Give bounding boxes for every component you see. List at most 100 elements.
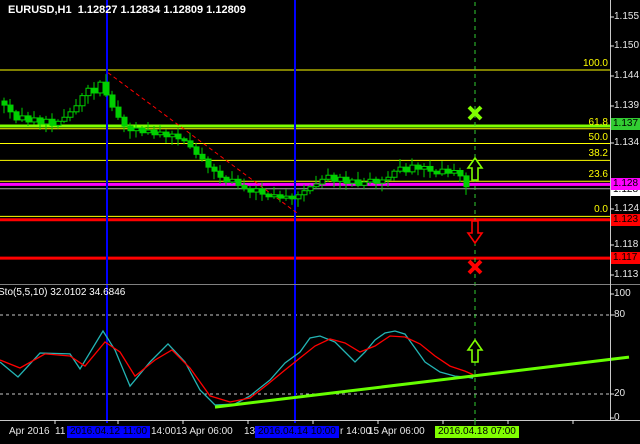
candles xyxy=(2,74,469,207)
stochastic-signal-line xyxy=(0,336,473,402)
down-trendline[interactable] xyxy=(108,73,297,213)
time-label: 11 xyxy=(55,426,65,438)
candle-body xyxy=(338,177,343,181)
candle-body xyxy=(446,169,451,173)
candle-body xyxy=(122,117,127,126)
price-tick-label: 1.134 xyxy=(614,137,639,148)
candle-body xyxy=(140,128,145,133)
time-label: 2016.04.14 10:00 xyxy=(255,426,339,438)
candle-body xyxy=(266,194,271,197)
candle-body xyxy=(410,165,415,172)
candle-body xyxy=(278,195,283,198)
candle-body xyxy=(440,169,445,174)
candle-body xyxy=(416,165,421,169)
candle-body xyxy=(32,118,37,122)
candle-body xyxy=(8,105,13,112)
candle-body xyxy=(458,171,463,176)
candle-body xyxy=(356,180,361,185)
candle-body xyxy=(428,166,433,171)
indicator-tick-label: 100 xyxy=(614,288,631,299)
candle-body xyxy=(62,117,67,121)
candle-body xyxy=(158,132,163,135)
candle-body xyxy=(374,179,379,183)
candle-body xyxy=(152,130,157,135)
candle-body xyxy=(86,88,91,95)
candle-body xyxy=(56,121,61,125)
candle-body xyxy=(74,106,79,112)
time-label: Apr 2016 xyxy=(9,426,50,438)
candle-body xyxy=(464,176,469,187)
candle-body xyxy=(386,177,391,180)
mt4-chart-window: EURUSD,H1 1.12827 1.12834 1.12809 1.1280… xyxy=(0,0,640,444)
buy-target-x-red-icon[interactable] xyxy=(469,261,481,273)
candle-body xyxy=(200,154,205,159)
candle-body xyxy=(290,196,295,199)
fib-label-0.0: 0.0 xyxy=(548,204,608,215)
candle-body xyxy=(176,134,181,139)
candle-body xyxy=(188,141,193,147)
candle-body xyxy=(116,107,121,117)
candle-body xyxy=(332,175,337,181)
candle-body xyxy=(254,189,259,192)
candle-body xyxy=(14,112,19,120)
stoch-support-trendline[interactable] xyxy=(215,357,629,407)
ohlc-values: 1.12827 1.12834 1.12809 1.12809 xyxy=(78,4,246,16)
symbol-period-label: EURUSD,H1 xyxy=(8,4,72,16)
time-label: 14:00 xyxy=(151,426,176,438)
price-tick-label: 1.155 xyxy=(614,11,639,22)
candle-body xyxy=(392,171,397,177)
price-highlight-box: 1.128 xyxy=(611,178,640,190)
price-tick-label: 1.118 xyxy=(614,239,638,250)
candle-body xyxy=(326,175,331,179)
candle-body xyxy=(314,184,319,187)
candle-body xyxy=(20,116,25,120)
time-label: 2016.04.12 11:00 xyxy=(67,426,150,438)
price-tick-label: 1.150 xyxy=(614,40,639,51)
buy-arrow-main-icon[interactable] xyxy=(468,158,482,180)
candle-body xyxy=(398,167,403,171)
price-tick-label: 1.139 xyxy=(614,100,639,111)
candle-body xyxy=(296,195,301,199)
fib-label-61.8: 61.8 xyxy=(548,117,608,128)
candle-body xyxy=(50,119,55,125)
candle-body xyxy=(170,134,175,137)
candle-body xyxy=(2,101,7,105)
candle-body xyxy=(224,177,229,182)
candle-body xyxy=(68,112,73,117)
time-label: 2016.04.18 07:00 xyxy=(435,426,519,438)
time-label: r 14:00 xyxy=(340,426,371,438)
candle-body xyxy=(350,180,355,183)
price-tick-label: 1.124 xyxy=(614,203,639,214)
price-tick-label: 1.144 xyxy=(614,70,639,81)
price-tick-label: 1.113 xyxy=(614,269,638,280)
candle-body xyxy=(98,82,103,93)
candle-body xyxy=(362,182,367,185)
indicator-tick-label: 0 xyxy=(614,412,620,423)
candle-body xyxy=(212,167,217,171)
candle-body xyxy=(128,126,133,131)
fib-label-50.0: 50.0 xyxy=(548,132,608,143)
fib-label-38.2: 38.2 xyxy=(548,148,608,159)
candle-body xyxy=(284,196,289,198)
candle-body xyxy=(194,147,199,154)
chart-plot-area[interactable] xyxy=(0,0,640,444)
candle-body xyxy=(236,179,241,185)
candle-body xyxy=(218,171,223,177)
candle-body xyxy=(344,177,349,183)
candle-body xyxy=(452,171,457,174)
sell-arrow-main-icon[interactable] xyxy=(468,221,482,243)
stochastic-indicator-label: Sto(5,5,10) 32.0102 34.6846 xyxy=(0,287,125,298)
time-label: 15 Apr 06:00 xyxy=(368,426,425,438)
candle-body xyxy=(230,179,235,182)
indicator-tick-label: 20 xyxy=(614,388,625,399)
candle-body xyxy=(272,195,277,197)
candle-body xyxy=(308,187,313,191)
candle-body xyxy=(92,88,97,93)
candle-body xyxy=(368,179,373,182)
candle-body xyxy=(434,171,439,174)
candle-body xyxy=(206,159,211,167)
candle-body xyxy=(134,128,139,131)
price-highlight-box: 1.117 xyxy=(611,252,640,264)
stoch-buy-arrow-icon[interactable] xyxy=(468,340,482,362)
indicator-tick-label: 80 xyxy=(614,309,625,320)
